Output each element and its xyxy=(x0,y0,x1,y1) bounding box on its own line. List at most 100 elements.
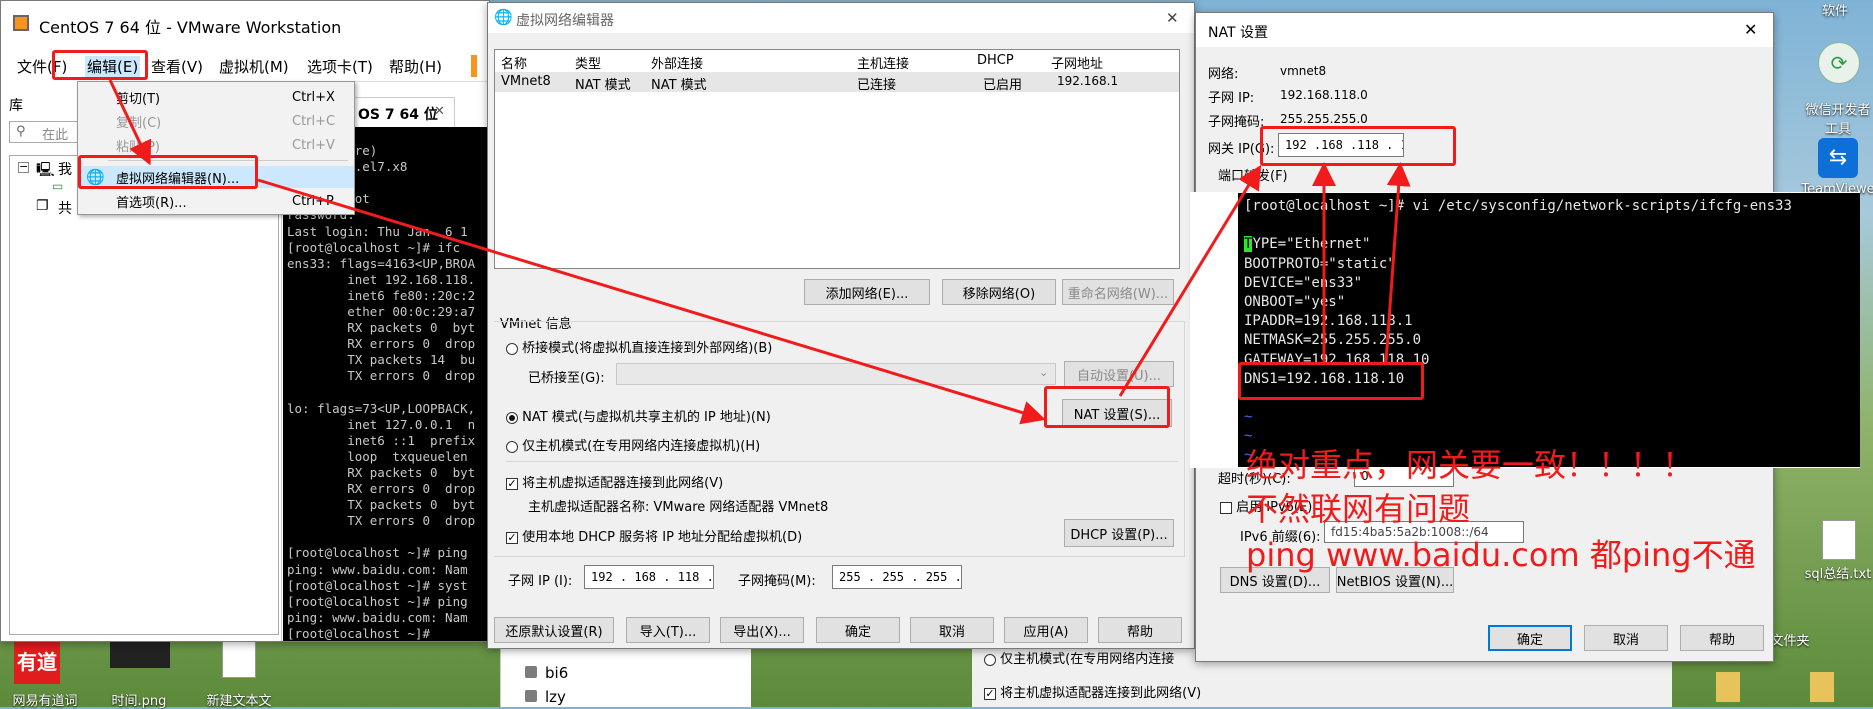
console-line: inet6 ::1 prefix xyxy=(287,432,476,448)
title-bar: CentOS 7 64 位 - VMware Workstation xyxy=(1,1,489,49)
menu-tabs[interactable]: 选项卡(T) xyxy=(307,56,373,77)
ok-button[interactable]: 确定 xyxy=(1488,625,1572,651)
title-bar: 🌐 虚拟网络编辑器 ✕ xyxy=(488,3,1194,33)
menu-item-cut[interactable]: 剪切(T) Ctrl+X xyxy=(78,86,354,108)
desktop-icon-new-text[interactable]: 新建文本文 xyxy=(194,690,284,709)
annotation-text-line3: ping www.baidu.com 都ping不通 xyxy=(1246,536,1756,574)
subnet-ip-label: 子网 IP (I): xyxy=(508,574,573,589)
desktop-icon-label: 软件 xyxy=(1821,4,1848,19)
table-row[interactable]: VMnet8 NAT 模式 NAT 模式 已连接 已启用 192.168.1 xyxy=(495,72,1179,93)
console-line: TX packets 14 bu xyxy=(287,352,476,368)
title-bar: NAT 设置 ✕ xyxy=(1196,13,1773,47)
use-dhcp-checkbox[interactable]: ✓ 使用本地 DHCP 服务将 IP 地址分配给虚拟机(D) xyxy=(506,526,802,545)
remove-network-button[interactable]: 移除网络(O) xyxy=(942,279,1056,305)
menu-file[interactable]: 文件(F) xyxy=(17,56,67,77)
expand-icon[interactable]: − xyxy=(18,161,29,173)
subnet-ip-field[interactable]: 192 . 168 . 118 . 0 xyxy=(584,565,714,589)
menu-item-preferences[interactable]: 首选项(R)... Ctrl+P xyxy=(78,190,354,212)
vi-line: GATEWAY=192.168.118.10 xyxy=(1244,351,1430,368)
import-button[interactable]: 导入(T)... xyxy=(626,617,710,643)
image-icon xyxy=(110,640,170,668)
help-button[interactable]: 帮助 xyxy=(1098,617,1182,643)
console-line: Last login: Thu Jan 6 1 xyxy=(287,223,468,239)
col-subnet[interactable]: 子网地址 xyxy=(1051,53,1103,72)
bridge-mode-radio[interactable]: 桥接模式(将虚拟机直接连接到外部网络)(B) xyxy=(506,337,772,356)
tree-item-shared[interactable]: 共 xyxy=(58,198,72,218)
vi-line xyxy=(1244,389,1860,408)
dialog-title: NAT 设置 xyxy=(1208,25,1268,41)
menu-view[interactable]: 查看(V) xyxy=(151,56,203,77)
col-host[interactable]: 主机连接 xyxy=(857,53,909,72)
col-type[interactable]: 类型 xyxy=(575,53,601,72)
menu-item-virtual-network-editor[interactable]: 🌐 虚拟网络编辑器(N)... xyxy=(78,166,354,188)
vi-line: IPADDR=192.168.118.1 xyxy=(1244,313,1413,330)
folder-icon xyxy=(1810,672,1834,702)
virtual-network-editor-dialog: 🌐 虚拟网络编辑器 ✕ 名称 类型 外部连接 主机连接 DHCP 子网地址 VM… xyxy=(487,2,1195,649)
bridged-to-select[interactable]: ⌄ xyxy=(616,363,1056,385)
console-line: [root@localhost ~]# ifc xyxy=(287,239,461,255)
gateway-ip-field[interactable]: 192 .168 .118 . 10 xyxy=(1278,133,1404,157)
ok-button[interactable]: 确定 xyxy=(816,617,900,643)
close-icon[interactable]: ✕ xyxy=(1744,20,1757,39)
gateway-ip-label: 网关 IP(G): xyxy=(1208,142,1275,157)
subnet-mask-value: 255.255.255.0 xyxy=(1280,112,1368,126)
desktop-icon-youdao[interactable]: 网易有道词 xyxy=(0,690,90,709)
restore-defaults-button[interactable]: 还原默认设置(R) xyxy=(494,617,614,643)
list-item[interactable]: lzy xyxy=(545,688,566,706)
desktop-icon-time-png[interactable]: 时间.png xyxy=(94,690,184,709)
nat-settings-button[interactable]: NAT 设置(S)... xyxy=(1062,399,1172,427)
cancel-button[interactable]: 取消 xyxy=(910,617,994,643)
console-line: [root@localhost ~]# ping xyxy=(287,593,468,609)
menu-item-copy[interactable]: 复制(C) Ctrl+C xyxy=(78,110,354,132)
menu-edit[interactable]: 编辑(E) xyxy=(85,56,141,77)
menu-vm[interactable]: 虚拟机(M) xyxy=(219,56,289,77)
close-icon[interactable]: ✕ xyxy=(434,104,445,119)
globe-icon: 🌐 xyxy=(86,168,105,186)
bridged-to-label: 已桥接至(G): xyxy=(528,371,605,386)
auto-settings-button[interactable]: 自动设置(U)... xyxy=(1064,361,1174,387)
col-dhcp[interactable]: DHCP xyxy=(977,53,1014,68)
col-external[interactable]: 外部连接 xyxy=(651,53,703,72)
menu-item-paste[interactable]: 粘贴(P) Ctrl+V xyxy=(78,134,354,156)
vi-terminal[interactable]: [root@localhost ~]# vi /etc/sysconfig/ne… xyxy=(1238,193,1860,467)
folder-icon xyxy=(1716,672,1740,702)
connect-adapter-checkbox[interactable]: ✓ 将主机虚拟适配器连接到此网络(V) xyxy=(506,472,723,491)
console-line: [root@localhost ~]# syst xyxy=(287,577,468,593)
menu-help[interactable]: 帮助(H) xyxy=(389,56,442,77)
dhcp-settings-button[interactable]: DHCP 设置(P)... xyxy=(1064,519,1174,547)
nat-mode-radio[interactable]: NAT 模式(与虚拟机共享主机的 IP 地址)(N) xyxy=(506,406,771,425)
rename-network-button[interactable]: 重命名网络(W)... xyxy=(1062,279,1174,305)
vmware-logo-icon xyxy=(13,15,29,31)
tree-item-my-computer[interactable]: 我 xyxy=(58,159,72,179)
add-network-button[interactable]: 添加网络(E)... xyxy=(804,279,930,305)
toolbar-play-icon[interactable] xyxy=(471,55,477,77)
desktop-icon-wechat-devtools[interactable]: 微信开发者 工具 xyxy=(1793,84,1873,137)
console-line: ping: www.baidu.com: Nam xyxy=(287,609,468,625)
vi-line: DEVICE="ens33" xyxy=(1244,274,1363,291)
vi-line xyxy=(1244,216,1860,235)
dialog-title: 虚拟网络编辑器 xyxy=(516,13,614,29)
subnet-mask-label: 子网掩码: xyxy=(1208,115,1265,130)
close-icon[interactable]: ✕ xyxy=(1166,9,1179,27)
db-icon xyxy=(525,666,537,678)
console-line: ens33: flags=4163<UP,BROA xyxy=(287,255,476,271)
vi-line: BOOTPROTO="static" xyxy=(1244,255,1396,272)
console-line: inet 192.168.118. xyxy=(287,271,476,287)
list-item[interactable]: bi6 xyxy=(545,664,568,682)
library-label: 库 xyxy=(9,98,23,114)
desktop-icon-software[interactable]: 软件 xyxy=(1790,0,1873,19)
subnet-mask-field[interactable]: 255 . 255 . 255 . 0 xyxy=(832,565,962,589)
connect-adapter-checkbox[interactable]: ✓ 将主机虚拟适配器连接到此网络(V) xyxy=(984,682,1201,701)
search-icon: ⚲ xyxy=(16,124,26,139)
apply-button[interactable]: 应用(A) xyxy=(1004,617,1088,643)
cancel-button[interactable]: 取消 xyxy=(1584,625,1668,651)
desktop-icon-sql-summary[interactable]: sql总结.txt xyxy=(1793,563,1873,582)
host-only-radio[interactable]: 仅主机模式(在专用网络内连接 xyxy=(984,648,1174,667)
vm-icon: ▭ xyxy=(52,179,64,193)
host-only-radio[interactable]: 仅主机模式(在专用网络内连接虚拟机)(H) xyxy=(506,435,760,454)
export-button[interactable]: 导出(X)... xyxy=(720,617,804,643)
help-button[interactable]: 帮助 xyxy=(1680,625,1764,651)
desktop-icon-label: 文件夹 xyxy=(1770,634,1810,649)
col-name[interactable]: 名称 xyxy=(501,53,527,72)
